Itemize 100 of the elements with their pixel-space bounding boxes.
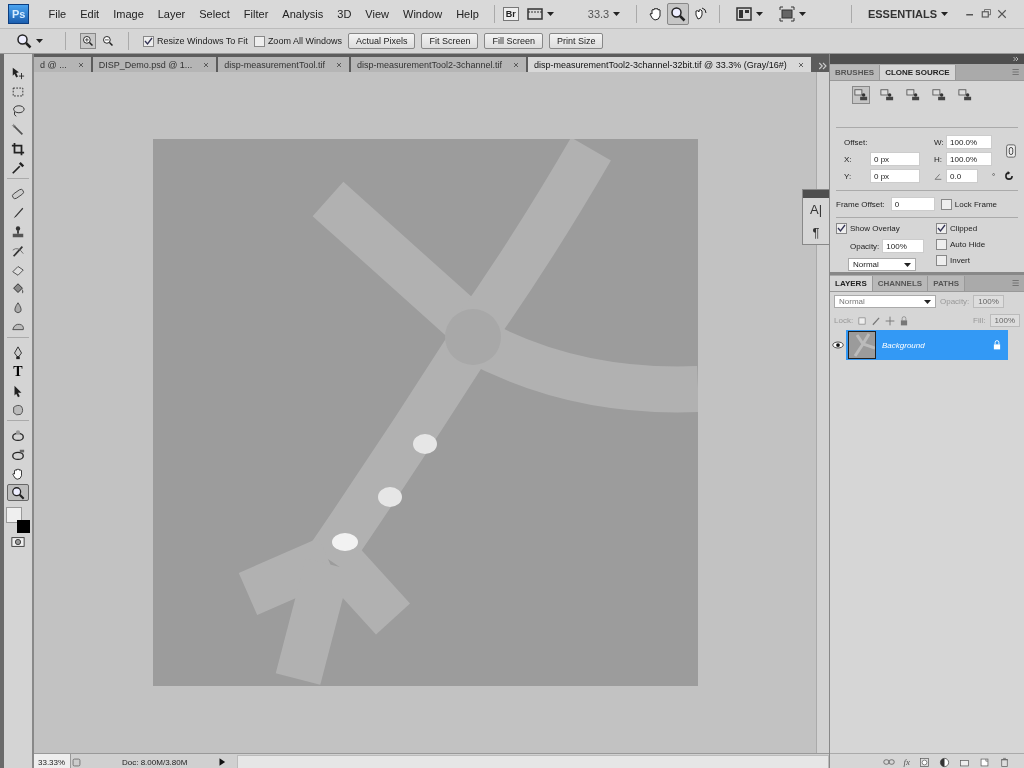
y-field[interactable]: 0 px	[870, 169, 920, 183]
layer-style-button[interactable]: fx	[903, 757, 910, 767]
close-icon[interactable]	[202, 60, 211, 69]
frame-offset-field[interactable]: 0	[890, 197, 935, 211]
angle-field[interactable]: 0.0	[946, 169, 978, 183]
checkbox[interactable]	[936, 223, 947, 234]
menu-item[interactable]: Window	[396, 8, 450, 20]
dock-panel-button[interactable]: ¶	[812, 221, 820, 244]
zoom-level-field[interactable]: 33.3	[587, 8, 610, 20]
panel-tab[interactable]: BRUSHES	[830, 65, 881, 80]
layer-name: Background	[882, 340, 926, 350]
foreground-color-swatch[interactable]	[17, 520, 30, 533]
menu-item[interactable]: Help	[449, 8, 486, 20]
panel-tab[interactable]: PATHS	[928, 276, 966, 291]
caret-icon[interactable]	[799, 12, 807, 16]
menu-item[interactable]: Layer	[150, 8, 193, 20]
menu-item[interactable]: File	[41, 8, 74, 20]
stamp-icon	[11, 224, 25, 239]
panel-tab[interactable]: LAYERS	[830, 276, 873, 291]
checkbox[interactable]	[836, 223, 847, 234]
link-icon[interactable]	[1004, 141, 1018, 160]
menu-item[interactable]: Image	[106, 8, 151, 20]
link-icon[interactable]	[882, 756, 895, 768]
panel-tab[interactable]: CLONE SOURCE	[880, 65, 956, 80]
option-button[interactable]: Actual Pixels	[347, 33, 416, 49]
opacity-field[interactable]: 100%	[973, 295, 1004, 308]
brush-icon[interactable]	[871, 315, 882, 326]
dashed-rectangle-icon	[11, 84, 25, 99]
filmstrip-icon[interactable]	[526, 6, 543, 22]
opacity-field[interactable]: 100%	[882, 239, 925, 253]
zoom-in-icon	[82, 35, 94, 47]
caret-icon[interactable]	[613, 12, 621, 16]
panel-tab[interactable]: CHANNELS	[872, 276, 929, 291]
orbit-icon	[11, 447, 25, 462]
adjustment-icon[interactable]	[939, 756, 950, 768]
document-tab[interactable]: disp-measurementTool2-3channel-32bit.tif @ 33.3% (Gray/16#)	[527, 57, 811, 72]
workspace-switcher[interactable]: ESSENTIALS	[867, 8, 937, 20]
eye-icon[interactable]	[832, 339, 844, 351]
close-icon[interactable]	[796, 60, 805, 69]
checkbox-label: Zoom All Windows	[267, 36, 342, 46]
restore-icon[interactable]	[980, 8, 992, 20]
dock-panel-button[interactable]: A|	[809, 198, 823, 221]
reset-icon[interactable]	[1004, 171, 1014, 181]
lock-icon[interactable]	[899, 315, 910, 326]
checkbox[interactable]	[940, 198, 952, 210]
caret-icon[interactable]	[36, 39, 43, 43]
checkbox[interactable]	[936, 239, 947, 250]
menu-item[interactable]: Filter	[236, 8, 276, 20]
collapse-icon[interactable]	[1012, 55, 1020, 63]
document-tab[interactable]: d @ ...	[34, 57, 91, 72]
close-icon[interactable]	[76, 60, 85, 69]
toolbar-button[interactable]	[667, 3, 690, 25]
clone-source-button[interactable]	[852, 86, 870, 104]
close-icon[interactable]	[996, 8, 1008, 20]
menu-item[interactable]: Analysis	[275, 8, 331, 20]
rotate-hand-icon	[692, 6, 709, 22]
tool-button[interactable]: T	[7, 363, 29, 380]
caret-icon[interactable]	[756, 12, 764, 16]
new-layer-icon[interactable]	[979, 756, 990, 768]
bandage-icon	[11, 186, 25, 201]
bridge-button[interactable]: Br	[502, 7, 519, 21]
mask-icon[interactable]	[919, 756, 930, 768]
search-icon	[11, 485, 25, 500]
height-field[interactable]: 100.0%	[946, 152, 992, 166]
zoom-in-button[interactable]	[80, 33, 96, 49]
blend-mode-dropdown[interactable]: Normal	[848, 258, 916, 271]
option-button[interactable]: Fill Screen	[484, 33, 543, 49]
close-icon[interactable]	[334, 60, 343, 69]
menu-item[interactable]: View	[358, 8, 396, 20]
checkbox[interactable]	[143, 35, 154, 47]
option-button[interactable]: Print Size	[548, 33, 604, 49]
background-color-swatch[interactable]	[6, 507, 22, 523]
blend-mode-dropdown[interactable]: Normal	[834, 295, 936, 308]
checkbox[interactable]	[253, 35, 265, 47]
trash-icon[interactable]	[999, 756, 1010, 768]
document-tab[interactable]: disp-measurementTool.tif	[218, 57, 349, 72]
caret-icon[interactable]	[924, 299, 931, 304]
close-icon[interactable]	[511, 60, 520, 69]
fill-field[interactable]: 100%	[989, 314, 1020, 327]
menu-item[interactable]: 3D	[330, 8, 359, 20]
caret-icon[interactable]	[904, 262, 911, 267]
document-tab[interactable]: DISP_Demo.psd @ 1...	[92, 57, 217, 72]
menu-item[interactable]: Edit	[73, 8, 107, 20]
screen-mode-icon[interactable]	[779, 6, 796, 22]
more-tabs-icon[interactable]	[817, 60, 829, 72]
caret-icon[interactable]	[941, 12, 948, 16]
document-tab[interactable]: disp-measurementTool2-3channel.tif	[350, 57, 526, 72]
checkbox[interactable]	[936, 255, 947, 266]
width-field[interactable]: 100.0%	[946, 135, 992, 149]
caret-icon[interactable]	[546, 12, 554, 16]
layout-icon[interactable]	[736, 6, 753, 22]
quick-mask-icon[interactable]	[11, 535, 25, 549]
menu-item[interactable]: Select	[192, 8, 237, 20]
tool-button[interactable]	[7, 484, 29, 501]
zoom-out-icon[interactable]	[102, 35, 114, 47]
option-button[interactable]: Fit Screen	[421, 33, 479, 49]
scrollbar[interactable]	[237, 755, 829, 768]
x-field[interactable]: 0 px	[870, 152, 920, 166]
search-icon[interactable]	[16, 33, 32, 49]
zoom-field[interactable]: 33.33%	[34, 754, 71, 768]
